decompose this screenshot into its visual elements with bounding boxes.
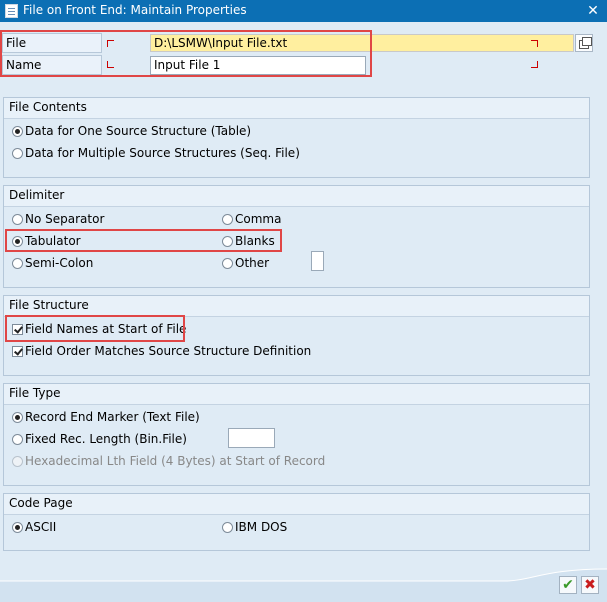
radio-button[interactable] (12, 412, 23, 423)
window-icon (5, 4, 18, 18)
radio-button[interactable] (12, 258, 23, 269)
radio-semi-colon[interactable]: Semi-Colon (12, 254, 93, 272)
radio-button[interactable] (222, 258, 233, 269)
radio-tabulator[interactable]: Tabulator (12, 232, 81, 250)
file-row: File D:\LSMW\Input File.txt (0, 33, 607, 55)
checkbox-label: Field Order Matches Source Structure Def… (25, 344, 312, 358)
radio-other[interactable]: Other (222, 254, 269, 272)
name-row: Name Input File 1 (0, 55, 607, 77)
checkbox[interactable] (12, 346, 23, 357)
radio-label: Data for One Source Structure (Table) (25, 124, 252, 138)
radio-label: IBM DOS (235, 520, 288, 534)
radio-label: ASCII (25, 520, 57, 534)
required-marker (107, 61, 114, 68)
radio-comma[interactable]: Comma (222, 210, 281, 228)
file-browse-button[interactable] (575, 34, 593, 52)
radio-fixed-rec-length[interactable]: Fixed Rec. Length (Bin.File) (12, 430, 187, 448)
code-page-heading: Code Page (4, 494, 589, 515)
radio-multiple-source-structures[interactable]: Data for Multiple Source Structures (Seq… (12, 144, 300, 162)
radio-button[interactable] (12, 148, 23, 159)
title-bar: File on Front End: Maintain Properties ✕ (0, 0, 607, 22)
radio-label: Data for Multiple Source Structures (Seq… (25, 146, 300, 160)
radio-hex-length-field: Hexadecimal Lth Field (4 Bytes) at Start… (12, 452, 325, 470)
radio-button[interactable] (222, 522, 233, 533)
radio-button[interactable] (12, 126, 23, 137)
required-marker (531, 61, 538, 68)
radio-no-separator[interactable]: No Separator (12, 210, 104, 228)
radio-ibm-dos[interactable]: IBM DOS (222, 518, 287, 536)
radio-button[interactable] (12, 236, 23, 247)
file-label: File (2, 33, 102, 53)
checkbox[interactable] (12, 324, 23, 335)
radio-label: No Separator (25, 212, 105, 226)
continue-button[interactable]: ✔ (559, 576, 577, 594)
checkbox-label: Field Names at Start of File (25, 322, 187, 336)
file-contents-heading: File Contents (4, 98, 589, 119)
radio-ascii[interactable]: ASCII (12, 518, 56, 536)
footer-decoration (0, 568, 607, 602)
radio-label: Semi-Colon (25, 256, 94, 270)
window-title: File on Front End: Maintain Properties (23, 3, 247, 17)
radio-label: Tabulator (25, 234, 81, 248)
checkbox-field-names-at-start[interactable]: Field Names at Start of File (12, 320, 186, 338)
radio-button[interactable] (222, 214, 233, 225)
radio-label: Hexadecimal Lth Field (4 Bytes) at Start… (25, 454, 326, 468)
file-path-input[interactable]: D:\LSMW\Input File.txt (150, 34, 574, 52)
delimiter-group: Delimiter (3, 185, 590, 288)
file-structure-heading: File Structure (4, 296, 589, 317)
cancel-button[interactable]: ✖ (581, 576, 599, 594)
file-type-heading: File Type (4, 384, 589, 405)
name-label: Name (2, 55, 102, 75)
radio-label: Fixed Rec. Length (Bin.File) (25, 432, 187, 446)
other-delimiter-input[interactable] (311, 251, 324, 271)
radio-one-source-structure[interactable]: Data for One Source Structure (Table) (12, 122, 251, 140)
radio-button[interactable] (12, 214, 23, 225)
required-marker (531, 40, 538, 47)
close-button[interactable]: ✕ (585, 3, 601, 19)
radio-label: Comma (235, 212, 282, 226)
radio-label: Record End Marker (Text File) (25, 410, 200, 424)
fixed-length-input[interactable] (228, 428, 275, 448)
radio-button (12, 456, 23, 467)
radio-button[interactable] (12, 434, 23, 445)
radio-label: Blanks (235, 234, 275, 248)
delimiter-heading: Delimiter (4, 186, 589, 207)
radio-button[interactable] (12, 522, 23, 533)
radio-blanks[interactable]: Blanks (222, 232, 275, 250)
code-page-group: Code Page (3, 493, 590, 551)
radio-button[interactable] (222, 236, 233, 247)
radio-record-end-marker[interactable]: Record End Marker (Text File) (12, 408, 200, 426)
required-marker (107, 40, 114, 47)
radio-label: Other (235, 256, 270, 270)
checkbox-field-order-matches[interactable]: Field Order Matches Source Structure Def… (12, 342, 311, 360)
name-input[interactable]: Input File 1 (150, 56, 366, 75)
